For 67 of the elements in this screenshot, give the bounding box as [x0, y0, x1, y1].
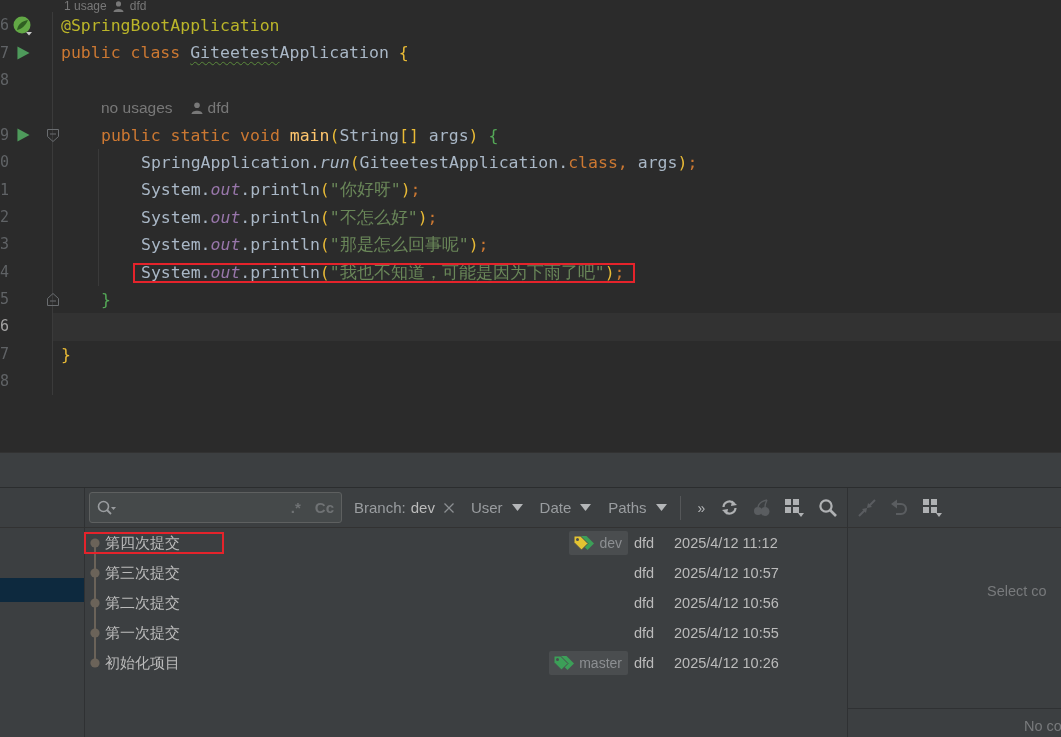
commit-date: 2025/4/12 10:56 — [674, 595, 779, 611]
empty-state-text: Select co — [987, 583, 1047, 599]
line-number: 7 — [0, 43, 10, 62]
caret-icon — [580, 504, 592, 511]
commit-message: 第四次提交 — [105, 533, 180, 553]
commit-date: 2025/4/12 11:12 — [674, 535, 778, 551]
line-number: 7 — [0, 344, 10, 363]
commit-author: dfd — [634, 535, 655, 551]
line-number: 2 — [0, 207, 10, 226]
code-line: @SpringBootApplication — [61, 15, 280, 37]
code-line: System.out.println("你好呀"); — [141, 179, 421, 202]
usage-hint: 1 usage — [64, 0, 107, 12]
line-number: 8 — [0, 372, 10, 391]
caret-icon — [655, 504, 667, 511]
commit-message: 第一次提交 — [105, 623, 180, 643]
line-number: 4 — [0, 262, 10, 281]
line-number: 1 — [0, 180, 10, 199]
code-line: public class GiteetestApplication { — [61, 42, 409, 65]
usage-hint: no usages — [101, 98, 173, 117]
commit-author: dfd — [634, 565, 655, 581]
grid-icon[interactable] — [923, 498, 942, 517]
line-number: 3 — [0, 235, 10, 254]
filter-dropdown[interactable]: Paths — [608, 499, 667, 516]
commit-author: dfd — [634, 625, 655, 641]
commit-date: 2025/4/12 10:55 — [674, 625, 779, 641]
refresh-icon[interactable] — [721, 499, 739, 516]
close-icon[interactable] — [443, 502, 454, 513]
author-hint: dfd — [129, 0, 147, 12]
author-hint: dfd — [207, 98, 230, 117]
code-line: } — [101, 288, 111, 311]
line-number: 0 — [0, 153, 10, 172]
filter-dropdown[interactable]: User — [470, 499, 523, 516]
fold-icon[interactable] — [46, 292, 59, 306]
line-number: 5 — [0, 290, 10, 309]
ref-name: dev — [599, 535, 622, 551]
commit-date: 2025/4/12 10:26 — [674, 655, 779, 671]
commit-message: 第二次提交 — [105, 593, 180, 613]
search-icon[interactable] — [819, 498, 838, 517]
code-line: } — [61, 343, 71, 366]
person-icon — [112, 0, 124, 12]
footer-text: No co — [1024, 718, 1061, 734]
commit-author: dfd — [634, 655, 655, 671]
search-icon[interactable] — [97, 499, 116, 516]
more-button[interactable]: » — [697, 499, 706, 516]
fold-icon[interactable] — [46, 128, 59, 142]
code-line: SpringApplication.run(GiteetestApplication.class, args); — [141, 151, 698, 174]
code-line: public static void main(String[] args) { — [101, 124, 499, 147]
grid-icon[interactable] — [785, 498, 805, 517]
run-icon[interactable] — [16, 46, 30, 61]
commit-author: dfd — [634, 595, 655, 611]
code-line: System.out.println("不怎么好"); — [141, 206, 438, 229]
code-line: System.out.println("那是怎么回事呢"); — [141, 234, 489, 257]
line-number: 8 — [0, 70, 10, 89]
line-number: 6 — [0, 317, 10, 336]
filter-dropdown[interactable]: Date — [539, 499, 592, 516]
line-number: 9 — [0, 125, 10, 144]
run-icon[interactable] — [16, 128, 30, 143]
line-number: 6 — [0, 16, 10, 35]
code-line: System.out.println("我也不知道，可能是因为下雨了吧"); — [141, 261, 625, 284]
ref-name: master — [579, 655, 622, 671]
caret-icon — [511, 504, 523, 511]
leaf-icon[interactable] — [13, 15, 33, 36]
person-icon — [190, 101, 203, 114]
branch-filter[interactable]: Branch: dev — [354, 499, 454, 516]
commit-message: 第三次提交 — [105, 563, 180, 583]
commit-message: 初始化项目 — [105, 653, 180, 673]
commit-date: 2025/4/12 10:57 — [674, 565, 779, 581]
